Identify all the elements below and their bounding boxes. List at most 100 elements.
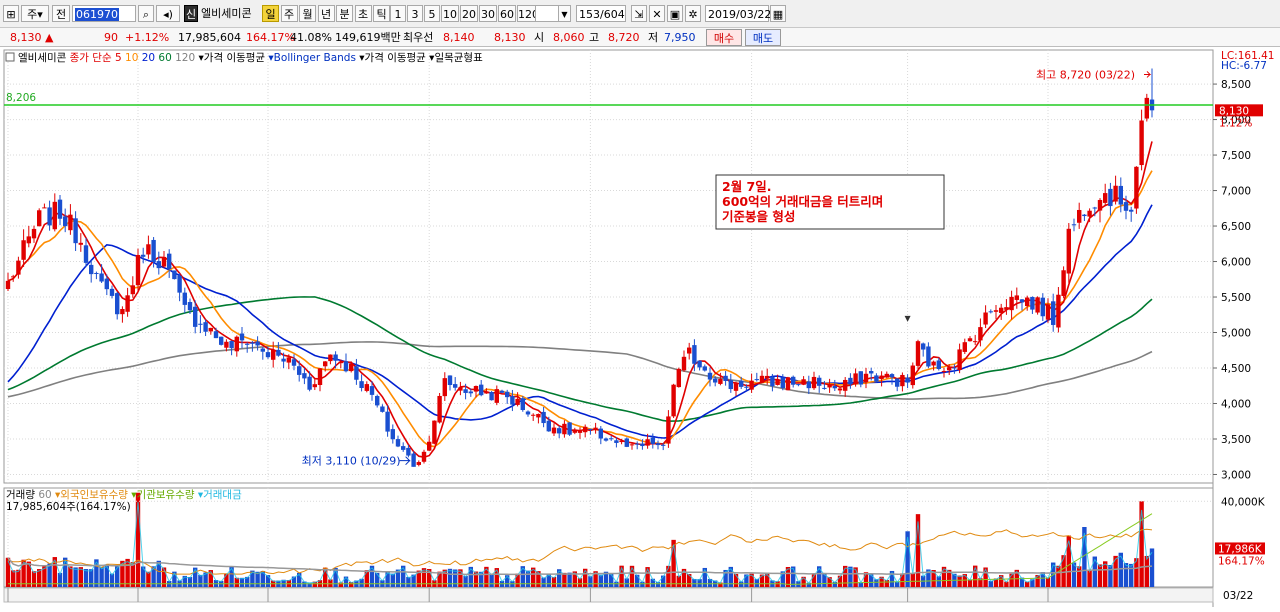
y-tick-label: 5,500 xyxy=(1221,292,1251,304)
period-tab-2[interactable]: 월 xyxy=(299,5,316,22)
candle-body xyxy=(224,341,229,348)
candle-body xyxy=(193,306,198,327)
volume-bar xyxy=(89,569,94,587)
volume-last-pct: 164.17% xyxy=(1218,555,1265,567)
candle-body xyxy=(702,366,707,371)
period-tab-6[interactable]: 틱 xyxy=(373,5,390,22)
volume-y-tick: 40,000K xyxy=(1221,496,1266,508)
candle-body xyxy=(572,430,577,433)
candle-body xyxy=(728,380,733,390)
y-tick-label: 3,000 xyxy=(1221,469,1251,481)
candle-body xyxy=(349,363,354,372)
price-volume-chart[interactable]: 3,000 3,500 4,000 4,500 5,000 5,500 6,000 6,500… xyxy=(0,47,1280,609)
candle-body xyxy=(567,422,572,435)
candle-body xyxy=(884,373,889,378)
candle-body xyxy=(744,386,749,388)
candle-body xyxy=(94,272,99,274)
best-quote-label: 최우선 xyxy=(403,31,434,44)
candle-body xyxy=(297,366,302,375)
candle-body xyxy=(26,236,31,244)
calendar-icon[interactable]: ▦ xyxy=(770,5,786,22)
interval-tab-20[interactable]: 20 xyxy=(460,5,478,22)
candle-body xyxy=(1009,296,1014,311)
candle-body xyxy=(203,322,208,332)
buy-button[interactable]: 매수 xyxy=(706,29,742,46)
prev-button[interactable]: 전 xyxy=(52,5,70,22)
candle-body xyxy=(562,423,567,435)
volume-legend: 거래량 60 ▾외국인보유수량 ▾기관보유수량 ▾거래대금 xyxy=(6,489,242,501)
chevron-down-icon[interactable]: ▼ xyxy=(558,5,571,22)
candle-body xyxy=(624,438,629,447)
candle-body xyxy=(609,438,614,440)
chart-area: 3,000 3,500 4,000 4,500 5,000 5,500 6,000 6,500… xyxy=(0,47,1280,612)
candle-body xyxy=(89,264,94,275)
note-line-2: 기준봉을 형성 xyxy=(722,209,795,224)
note-line-0: 2월 7일. xyxy=(722,179,772,194)
trade-amount: 149,619백만 xyxy=(335,31,401,44)
period-tab-4[interactable]: 분 xyxy=(336,5,353,22)
interval-tab-30[interactable]: 30 xyxy=(479,5,497,22)
candle-body xyxy=(1103,193,1108,203)
candle-body xyxy=(271,349,276,360)
candle-body xyxy=(239,333,245,341)
candle-body xyxy=(99,273,104,282)
volume-bar xyxy=(146,571,151,587)
period-tab-5[interactable]: 초 xyxy=(354,5,372,22)
candle-body xyxy=(983,312,988,325)
period-tab-0[interactable]: 일 xyxy=(262,5,279,22)
sound-icon[interactable]: ◂) xyxy=(156,5,180,22)
candle-body xyxy=(1097,199,1103,211)
candle-body xyxy=(369,386,375,395)
interval-tab-3[interactable]: 3 xyxy=(407,5,423,22)
gear-icon[interactable]: ✲ xyxy=(685,5,701,22)
candle-body xyxy=(359,381,364,388)
search-icon[interactable]: ⌕ xyxy=(138,5,154,22)
last-price-pct: 1.12% xyxy=(1219,117,1252,129)
date-input[interactable]: 2019/03/22 xyxy=(705,5,771,22)
candle-body xyxy=(879,375,884,379)
candle-body xyxy=(973,341,978,343)
candle-body xyxy=(515,398,520,405)
high-label: 고 xyxy=(589,31,600,44)
legend-grid-icon xyxy=(5,52,15,62)
candle-body xyxy=(936,360,941,370)
interval-tab-5[interactable]: 5 xyxy=(424,5,440,22)
zoom-reset-icon[interactable]: ✕ xyxy=(649,5,665,22)
volume-bar xyxy=(453,569,458,587)
stock-code-input[interactable]: 061970 xyxy=(72,5,136,22)
candle-body xyxy=(863,373,869,383)
volume-current: 17,985,604주(164.17%) xyxy=(6,501,131,513)
candle-body xyxy=(130,285,135,295)
sell-button[interactable]: 매도 xyxy=(745,29,781,46)
candle-body xyxy=(167,253,172,270)
candle-body xyxy=(931,361,936,366)
volume-bar xyxy=(843,565,848,587)
mode-select[interactable]: 주▾ xyxy=(21,5,49,22)
candle-body xyxy=(822,387,827,389)
interval-tab-60[interactable]: 60 xyxy=(498,5,516,22)
candle-body xyxy=(1066,228,1071,274)
volume-bar xyxy=(1066,535,1071,587)
interval-tab-1[interactable]: 1 xyxy=(390,5,406,22)
candle-body xyxy=(1087,210,1092,217)
save-icon[interactable]: ▣ xyxy=(667,5,683,22)
period-tab-1[interactable]: 주 xyxy=(280,5,298,22)
candle-body xyxy=(650,437,655,444)
candle-body xyxy=(11,276,16,278)
candle-body xyxy=(265,352,271,358)
chart-menu-icon[interactable]: ⊞ xyxy=(3,5,19,22)
x-tick-label-end: 03/22 xyxy=(1223,590,1253,602)
interval-tab-10[interactable]: 10 xyxy=(441,5,459,22)
zoom-in-icon[interactable]: ⇲ xyxy=(631,5,647,22)
candle-body xyxy=(947,367,952,371)
candle-body xyxy=(1134,166,1139,209)
candle-body xyxy=(31,228,37,239)
data-count[interactable]: 153/604 xyxy=(576,5,626,22)
legend-item-2: 5 xyxy=(112,52,122,64)
candle-body xyxy=(177,275,182,293)
candle-body xyxy=(109,288,115,296)
candle-body xyxy=(962,342,967,352)
period-tab-3[interactable]: 년 xyxy=(317,5,335,22)
candle-body xyxy=(343,361,349,372)
candle-body xyxy=(219,336,224,345)
